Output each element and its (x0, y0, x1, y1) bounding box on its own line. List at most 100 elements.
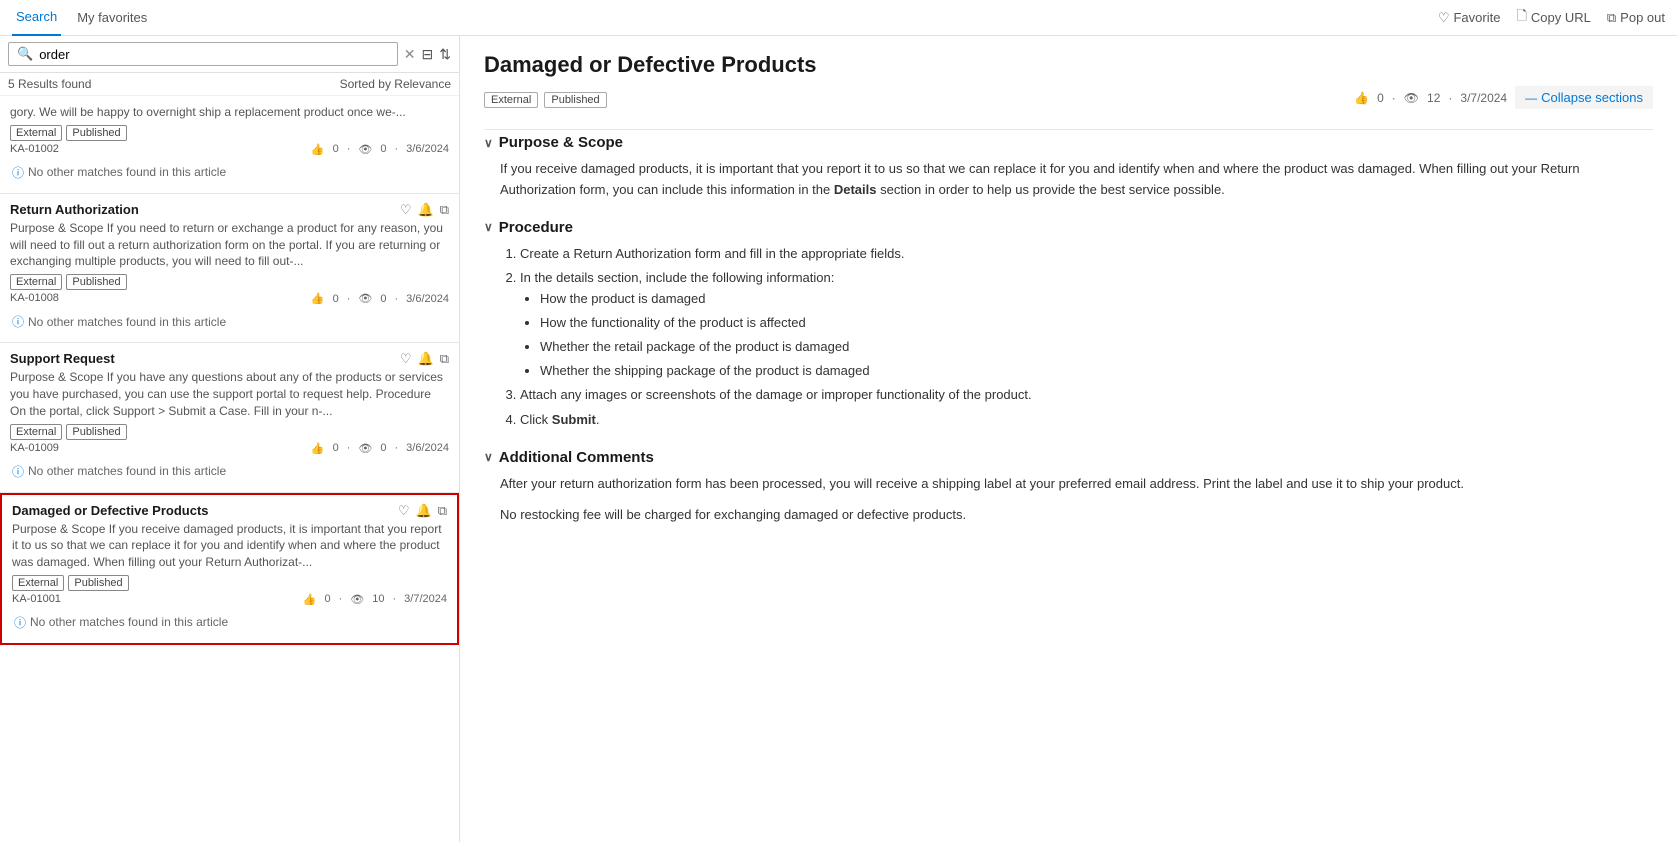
step-2: In the details section, include the foll… (520, 268, 1653, 381)
share-icon[interactable]: ⧉ (438, 503, 447, 519)
bookmark-icon[interactable]: 🔔 (418, 351, 434, 367)
section-procedure: ∨ Procedure Create a Return Authorizatio… (484, 219, 1653, 431)
search-input[interactable] (39, 47, 389, 62)
like-icon: 👍 (311, 442, 325, 455)
article-badges: External Published (10, 274, 449, 290)
article-title: Damaged or Defective Products (12, 503, 209, 518)
share-icon[interactable]: ⧉ (440, 351, 449, 367)
sort-icon[interactable]: ⇅ (439, 46, 451, 63)
view-count: 10 (372, 593, 384, 605)
clear-icon[interactable]: ✕ (404, 46, 416, 63)
info-icon: ⓘ (12, 463, 24, 480)
article-card-ka01009[interactable]: Support Request ♡ 🔔 ⧉ Purpose & Scope If… (0, 343, 459, 492)
search-input-wrapper: 🔍 (8, 42, 398, 66)
article-card-actions: ♡ 🔔 ⧉ (400, 351, 449, 367)
heart-icon[interactable]: ♡ (398, 503, 410, 519)
article-card-ka01001[interactable]: Damaged or Defective Products ♡ 🔔 ⧉ Purp… (0, 493, 459, 645)
view-count: 0 (380, 293, 386, 305)
bookmark-icon[interactable]: 🔔 (416, 503, 432, 519)
like-count: 0 (333, 143, 339, 155)
view-count: 0 (380, 442, 386, 454)
view-icon: 👁 (358, 292, 372, 305)
article-card-ka01008[interactable]: Return Authorization ♡ 🔔 ⧉ Purpose & Sco… (0, 194, 459, 343)
like-count: 0 (1377, 91, 1384, 105)
tab-group: Search My favorites (12, 0, 151, 36)
tag-published: Published (544, 92, 606, 108)
step-4: Click Submit. (520, 410, 1653, 431)
popout-action[interactable]: ⧉ Pop out (1607, 10, 1665, 26)
badge-published: Published (66, 424, 126, 440)
meta-stats: 👍 0 · 👁 0 · 3/6/2024 (311, 143, 449, 156)
meta-stats: 👍 0 · 👁 10 · 3/7/2024 (303, 593, 447, 606)
bookmark-icon[interactable]: 🔔 (418, 202, 434, 218)
dot-sep: · (347, 442, 351, 454)
additional-text-1: After your return authorization form has… (500, 474, 1653, 495)
favorite-action[interactable]: ♡ Favorite (1438, 10, 1501, 26)
view-count: 0 (380, 143, 386, 155)
popout-icon: ⧉ (1607, 10, 1616, 26)
article-badges: External Published (10, 424, 449, 440)
section-procedure-header[interactable]: ∨ Procedure (484, 219, 1653, 236)
article-card-actions: ♡ 🔔 ⧉ (398, 503, 447, 519)
like-icon: 👍 (311, 143, 325, 156)
search-icon: 🔍 (17, 46, 33, 62)
like-icon: 👍 (1354, 91, 1369, 105)
meta-stats: 👍 0 · 👁 0 · 3/6/2024 (311, 442, 449, 455)
article-card-ka01002[interactable]: gory. We will be happy to overnight ship… (0, 96, 459, 194)
badge-published: Published (68, 575, 128, 591)
article-badges: External Published (12, 575, 447, 591)
sub-bullet-2: How the functionality of the product is … (540, 313, 1653, 334)
tab-search[interactable]: Search (12, 0, 61, 36)
badge-external: External (10, 125, 62, 141)
results-count: 5 Results found (8, 77, 91, 91)
filter-icon[interactable]: ⊟ (422, 46, 434, 63)
search-bar: 🔍 ✕ ⊟ ⇅ (0, 36, 459, 73)
view-icon: 👁 (350, 593, 364, 606)
chevron-down-icon: ∨ (484, 450, 493, 464)
collapse-sections-button[interactable]: — Collapse sections (1515, 86, 1653, 109)
dot-sep: · (347, 293, 351, 305)
divider (484, 129, 1653, 130)
section-additional-header[interactable]: ∨ Additional Comments (484, 449, 1653, 466)
dot-sep2: · (1448, 91, 1452, 105)
copy-url-action[interactable]: 🗋 Copy URL (1516, 7, 1590, 29)
tab-favorites[interactable]: My favorites (73, 0, 151, 36)
share-icon[interactable]: ⧉ (440, 202, 449, 218)
left-panel: 🔍 ✕ ⊟ ⇅ 5 Results found Sorted by Releva… (0, 36, 460, 842)
article-excerpt: Purpose & Scope If you need to return or… (10, 220, 449, 270)
article-card-header: Support Request ♡ 🔔 ⧉ (10, 351, 449, 367)
main-layout: 🔍 ✕ ⊟ ⇅ 5 Results found Sorted by Releva… (0, 36, 1677, 842)
copy-icon: 🗋 (1516, 7, 1526, 29)
dot-sep: · (1392, 91, 1396, 105)
filter-icons: ✕ ⊟ ⇅ (404, 46, 451, 63)
sort-label: Sorted by Relevance (340, 77, 451, 91)
no-match-label: ⓘ No other matches found in this article (10, 459, 449, 484)
sub-bullets: How the product is damaged How the funct… (520, 289, 1653, 381)
no-match-label: ⓘ No other matches found in this article (12, 610, 447, 635)
date: 3/6/2024 (406, 143, 449, 155)
badge-external: External (12, 575, 64, 591)
section-purpose-header[interactable]: ∨ Purpose & Scope (484, 134, 1653, 151)
purpose-text: If you receive damaged products, it is i… (500, 159, 1653, 201)
heart-icon[interactable]: ♡ (400, 351, 412, 367)
section-additional: ∨ Additional Comments After your return … (484, 449, 1653, 526)
step-3: Attach any images or screenshots of the … (520, 385, 1653, 406)
dot-sep2: · (395, 293, 399, 305)
additional-text-2: No restocking fee will be charged for ex… (500, 505, 1653, 526)
info-icon: ⓘ (14, 614, 26, 631)
ka-number: KA-01008 (10, 292, 59, 305)
section-purpose: ∨ Purpose & Scope If you receive damaged… (484, 134, 1653, 201)
dot-sep2: · (395, 143, 399, 155)
like-icon: 👍 (303, 593, 317, 606)
sub-bullet-3: Whether the retail package of the produc… (540, 337, 1653, 358)
article-date: 3/7/2024 (1460, 91, 1507, 105)
article-excerpt: gory. We will be happy to overnight ship… (10, 104, 449, 121)
ka-number: KA-01001 (12, 593, 61, 606)
chevron-down-icon: ∨ (484, 136, 493, 150)
like-count: 0 (333, 293, 339, 305)
date: 3/7/2024 (404, 593, 447, 605)
ka-number: KA-01002 (10, 143, 59, 156)
article-tags-meta-row: External Published 👍 0 · 👁 12 · 3/7/2024… (484, 86, 1653, 117)
badge-published: Published (66, 125, 126, 141)
heart-icon[interactable]: ♡ (400, 202, 412, 218)
